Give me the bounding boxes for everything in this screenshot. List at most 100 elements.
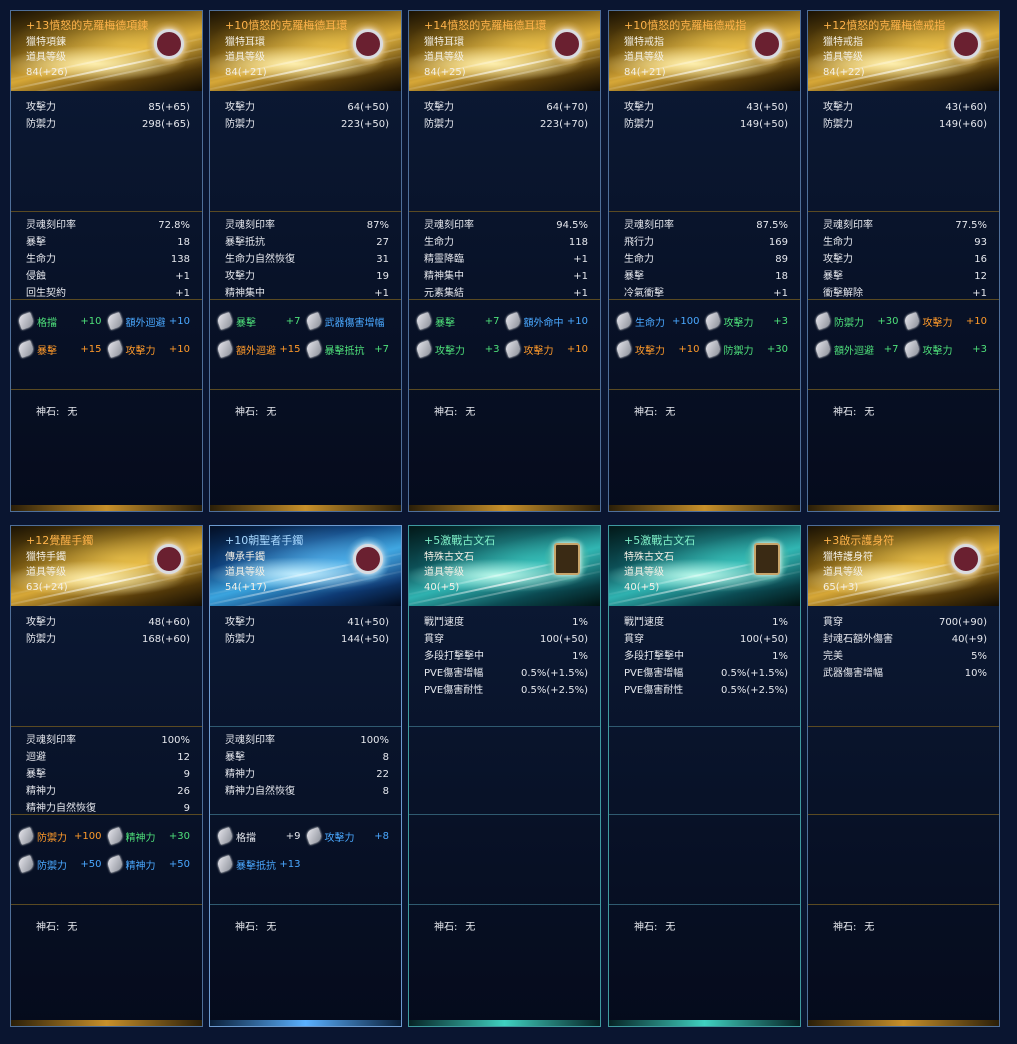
bracelet-icon[interactable] — [146, 536, 192, 582]
base-stats: 攻擊力 43(+50) 防禦力 149(+50) — [609, 99, 800, 133]
manastone[interactable]: 攻擊力 +3 — [415, 340, 506, 358]
godstone-slot[interactable]: 神石: 无 — [833, 403, 874, 418]
bonus-row: 精神力 26 — [26, 783, 190, 800]
bracelet-icon[interactable] — [345, 536, 391, 582]
manastone[interactable]: 防禦力 +30 — [814, 312, 905, 330]
bonus-stats: 灵魂刻印率 100% 暴擊 8 精神力 22 精神力自然恢復 8 — [210, 732, 401, 800]
bonus-value: +1 — [972, 288, 987, 299]
manastone-stat: 額外迴避 — [125, 317, 166, 329]
manastone-row: 攻擊力 +10 防禦力 +30 — [615, 335, 795, 363]
amulet-icon[interactable] — [943, 536, 989, 582]
ring-icon[interactable] — [744, 21, 790, 67]
item-level: 84(+25) — [424, 67, 466, 78]
manastone-icon — [703, 312, 722, 330]
item-card[interactable]: +14憤怒的克羅梅德耳環 獵特耳環 道具等级 84(+25) 攻擊力 64(+70) 防禦力… — [408, 10, 601, 512]
manastone[interactable]: 格擋 +9 — [216, 827, 307, 845]
item-level-label: 道具等级 — [225, 567, 265, 578]
manastone[interactable]: 攻擊力 +3 — [902, 340, 994, 358]
earring-icon[interactable] — [345, 21, 391, 67]
bonus-value: +1 — [175, 271, 190, 282]
manastone[interactable]: 武器傷害增幅 — [304, 312, 396, 330]
manastone[interactable]: 額外命中 +10 — [503, 312, 595, 330]
rune-stone-icon-glyph — [754, 543, 780, 575]
item-card[interactable]: +12憤怒的克羅梅德戒指 獵特戒指 道具等级 84(+22) 攻擊力 43(+60) 防禦力… — [807, 10, 1000, 512]
item-banner: +14憤怒的克羅梅德耳環 獵特耳環 道具等级 84(+25) — [409, 11, 600, 91]
item-card[interactable]: +10朝聖者手鐲 傳承手鐲 道具等级 54(+17) 攻擊力 41(+50) 防禦力 144(… — [209, 525, 402, 1027]
manastone[interactable]: 格擋 +10 — [17, 312, 108, 330]
base-stats: 攻擊力 48(+60) 防禦力 168(+60) — [11, 614, 202, 648]
bonus-row: 生命力 89 — [624, 251, 788, 268]
godstone-slot[interactable]: 神石: 无 — [634, 918, 675, 933]
manastone-stat: 生命力 — [635, 317, 665, 329]
item-card[interactable]: +5激戰古文石 特殊古文石 道具等级 40(+5) 戰鬥速度 1% 貫穿 100(+50) 多段… — [608, 525, 801, 1027]
item-level: 84(+26) — [26, 67, 68, 78]
manastone[interactable]: 攻擊力 +10 — [105, 340, 197, 358]
stat-row: 貫穿 100(+50) — [424, 631, 588, 648]
manastone[interactable]: 暴擊抵抗 +7 — [304, 340, 396, 358]
godstone-slot[interactable]: 神石: 无 — [235, 403, 276, 418]
item-meta: 獵特戒指 道具等级 84(+21) — [624, 35, 666, 80]
manastone[interactable]: 額外迴避 +15 — [216, 340, 307, 358]
manastone[interactable]: 攻擊力 +8 — [304, 827, 396, 845]
bonus-row: 迴避 12 — [26, 749, 190, 766]
godstone-slot[interactable]: 神石: 无 — [833, 918, 874, 933]
bonus-value: 16 — [974, 254, 987, 265]
manastone[interactable]: 攻擊力 +10 — [503, 340, 595, 358]
item-card[interactable]: +13憤怒的克羅梅德項鍊 獵特項鍊 道具等级 84(+26) 攻擊力 85(+65) 防禦力… — [10, 10, 203, 512]
bonus-value: 8 — [382, 786, 389, 797]
item-card[interactable]: +5激戰古文石 特殊古文石 道具等级 40(+5) 戰鬥速度 1% 貫穿 100(+50) 多段… — [408, 525, 601, 1027]
item-level-label: 道具等级 — [624, 52, 664, 63]
godstone-slot[interactable]: 神石: 无 — [36, 918, 77, 933]
rune-stone-icon[interactable] — [744, 536, 790, 582]
manastone-value: +10 — [566, 315, 588, 327]
manastone-value: +10 — [168, 315, 190, 327]
rune-stone-icon[interactable] — [544, 536, 590, 582]
godstone-slot[interactable]: 神石: 无 — [634, 403, 675, 418]
item-name: +10朝聖者手鐲 — [225, 534, 304, 547]
manastone[interactable]: 暴擊 +15 — [17, 340, 108, 358]
manastone[interactable]: 防禦力 +50 — [17, 855, 108, 873]
godstone-value: 无 — [665, 922, 676, 933]
stat-name: 防禦力 — [424, 119, 454, 130]
manastone[interactable]: 額外迴避 +10 — [105, 312, 197, 330]
stat-name: 完美 — [823, 651, 843, 662]
godstone-slot[interactable]: 神石: 无 — [434, 918, 475, 933]
section-divider — [808, 814, 999, 815]
item-meta: 特殊古文石 道具等级 40(+5) — [424, 550, 474, 595]
earring-icon-glyph — [353, 29, 383, 59]
stat-row: 戰鬥速度 1% — [424, 614, 588, 631]
manastone[interactable]: 精神力 +50 — [105, 855, 197, 873]
manastone[interactable]: 精神力 +30 — [105, 827, 197, 845]
item-card[interactable]: +3啟示護身符 獵特護身符 道具等级 65(+3) 貫穿 700(+90) 封魂石額外傷害 4… — [807, 525, 1000, 1027]
manastone[interactable]: 暴擊抵抗 +13 — [216, 855, 307, 873]
godstone-slot[interactable]: 神石: 无 — [36, 403, 77, 418]
manastone[interactable]: 防禦力 +100 — [17, 827, 108, 845]
manastone[interactable]: 額外迴避 +7 — [814, 340, 905, 358]
manastone-icon — [415, 312, 433, 330]
manastone[interactable]: 暴擊 +7 — [415, 312, 506, 330]
godstone-slot[interactable]: 神石: 无 — [434, 403, 475, 418]
necklace-icon[interactable] — [146, 21, 192, 67]
item-card[interactable]: +10憤怒的克羅梅德耳環 獵特耳環 道具等级 84(+21) 攻擊力 64(+50) 防禦力… — [209, 10, 402, 512]
manastone[interactable]: 生命力 +100 — [615, 312, 706, 330]
stat-value: 1% — [572, 617, 588, 628]
manastone[interactable]: 防禦力 +30 — [703, 340, 795, 358]
manastone[interactable]: 攻擊力 +3 — [703, 312, 795, 330]
manastone-value: +7 — [374, 343, 389, 355]
manastone-icon — [304, 827, 323, 845]
manastone[interactable]: 暴擊 +7 — [216, 312, 307, 330]
item-type: 獵特戒指 — [823, 37, 863, 48]
godstone-slot[interactable]: 神石: 无 — [235, 918, 276, 933]
manastone-icon — [615, 340, 633, 358]
earring-icon[interactable] — [544, 21, 590, 67]
item-card[interactable]: +10憤怒的克羅梅德戒指 獵特戒指 道具等级 84(+21) 攻擊力 43(+50) 防禦力… — [608, 10, 801, 512]
manastone-stat: 武器傷害增幅 — [324, 317, 385, 329]
manastone[interactable]: 攻擊力 +10 — [902, 312, 994, 330]
item-card[interactable]: +12覺醒手鐲 獵特手鐲 道具等级 63(+24) 攻擊力 48(+60) 防禦力 168(+… — [10, 525, 203, 1027]
stat-value: 41(+50) — [347, 617, 389, 628]
manastone[interactable]: 攻擊力 +10 — [615, 340, 706, 358]
necklace-icon-glyph — [154, 29, 184, 59]
ring-icon[interactable] — [943, 21, 989, 67]
manastone-icon — [17, 340, 35, 358]
bracelet-icon-glyph — [154, 544, 184, 574]
